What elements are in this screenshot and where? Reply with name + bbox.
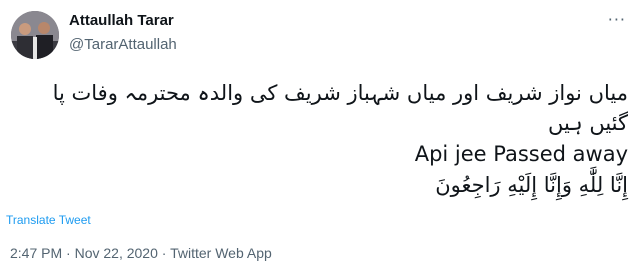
tweet-text: میاں نواز شریف اور میاں شہباز شریف کی وا… bbox=[18, 78, 628, 202]
author-handle[interactable]: @TararAttaullah bbox=[69, 36, 177, 53]
tweet-urdu-text: میاں نواز شریف اور میاں شہباز شریف کی وا… bbox=[52, 81, 628, 135]
tweet-metadata: 2:47 PM · Nov 22, 2020 · Twitter Web App bbox=[10, 245, 272, 261]
more-options-icon[interactable]: ··· bbox=[608, 10, 626, 29]
author-display-name[interactable]: Attaullah Tarar bbox=[69, 12, 174, 29]
tweet-arabic-text: إِنَّا لِلَّٰهِ وَإِنَّا إِلَيْهِ رَاجِع… bbox=[435, 173, 628, 197]
translate-tweet-link[interactable]: Translate Tweet bbox=[6, 213, 91, 227]
tweet-time[interactable]: 2:47 PM bbox=[10, 245, 62, 261]
avatar-photo bbox=[11, 11, 59, 59]
tweet-card: Attaullah Tarar @TararAttaullah ··· میاں… bbox=[0, 0, 640, 273]
avatar[interactable] bbox=[11, 11, 59, 59]
tweet-english-text: Api jee Passed away bbox=[414, 142, 628, 166]
tweet-source[interactable]: Twitter Web App bbox=[170, 245, 272, 261]
tweet-date[interactable]: Nov 22, 2020 bbox=[75, 245, 158, 261]
